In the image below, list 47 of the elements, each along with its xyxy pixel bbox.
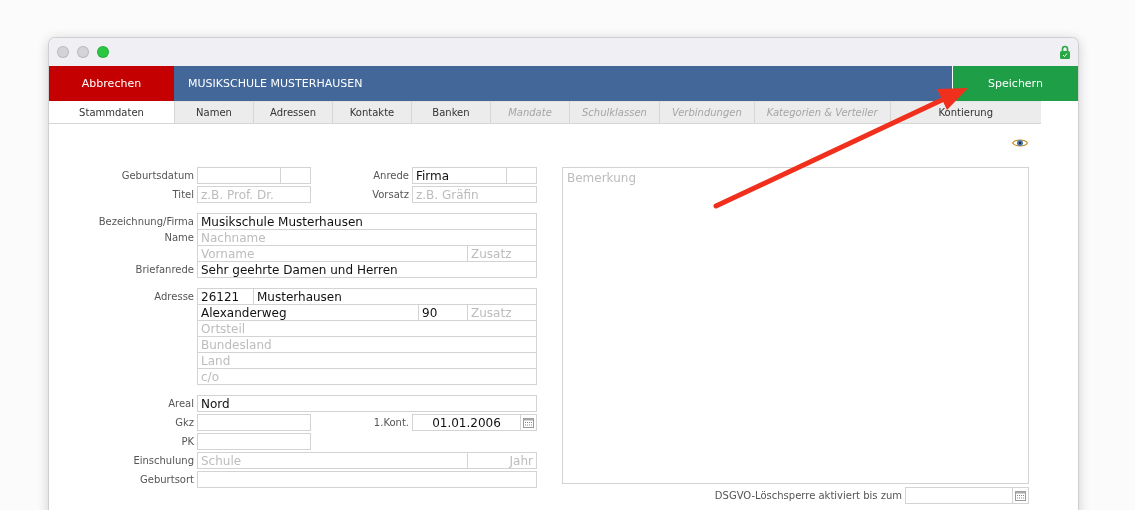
tab[interactable]: Kontakte xyxy=(332,101,411,123)
input-field[interactable] xyxy=(197,471,537,488)
date-field[interactable]: 01.01.2006 xyxy=(412,414,521,431)
cancel-button[interactable]: Abbrechen xyxy=(49,66,174,101)
zoom-button[interactable] xyxy=(97,46,109,58)
input-field[interactable] xyxy=(197,414,311,431)
field-label: DSGVO-Löschsperre aktiviert bis zum xyxy=(714,490,902,501)
input-field[interactable]: z.B. Gräfin xyxy=(412,186,537,203)
calendar-button[interactable] xyxy=(1013,487,1029,504)
field-label: Geburtsort xyxy=(139,473,195,487)
input-field[interactable] xyxy=(506,167,537,184)
input-field[interactable]: Schule xyxy=(197,452,468,469)
field-label: Titel xyxy=(171,188,195,202)
field-label: Areal xyxy=(167,397,195,411)
field-label: 1.Kont. xyxy=(372,416,410,430)
tab[interactable]: Banken xyxy=(411,101,490,123)
input-field[interactable]: Nord xyxy=(197,395,537,412)
field-label: Adresse xyxy=(153,290,195,304)
tab[interactable]: Adressen xyxy=(253,101,332,123)
input-field[interactable] xyxy=(280,167,311,184)
eye-icon[interactable] xyxy=(1012,138,1028,148)
calendar-icon xyxy=(1015,490,1026,501)
calendar-button[interactable] xyxy=(521,414,537,431)
field-label: Gkz xyxy=(174,416,195,430)
lock-icon xyxy=(1060,45,1070,59)
input-field[interactable]: Sehr geehrte Damen und Herren xyxy=(197,261,537,278)
input-field[interactable]: c/o xyxy=(197,368,537,385)
input-field[interactable] xyxy=(197,433,311,450)
field-label: Bezeichnung/Firma xyxy=(97,215,195,229)
close-button[interactable] xyxy=(57,46,69,58)
notes-field[interactable]: Bemerkung xyxy=(562,167,1029,484)
field-label: PK xyxy=(180,435,195,449)
date-field[interactable] xyxy=(905,487,1013,504)
calendar-icon xyxy=(523,417,534,428)
input-field[interactable]: Jahr xyxy=(467,452,537,469)
field-label: Vorsatz xyxy=(371,188,410,202)
tab[interactable]: Namen xyxy=(174,101,253,123)
field-label: Anrede xyxy=(372,169,410,183)
record-title: MUSIKSCHULE MUSTERHAUSEN xyxy=(174,66,953,101)
field-label: Briefanrede xyxy=(134,263,195,277)
minimize-button[interactable] xyxy=(77,46,89,58)
field-label: Name xyxy=(163,231,195,245)
field-label: Geburtsdatum xyxy=(120,169,195,183)
field-label: Einschulung xyxy=(132,454,195,468)
input-field[interactable]: Firma xyxy=(412,167,507,184)
input-field[interactable]: z.B. Prof. Dr. xyxy=(197,186,311,203)
input-field[interactable] xyxy=(197,167,281,184)
